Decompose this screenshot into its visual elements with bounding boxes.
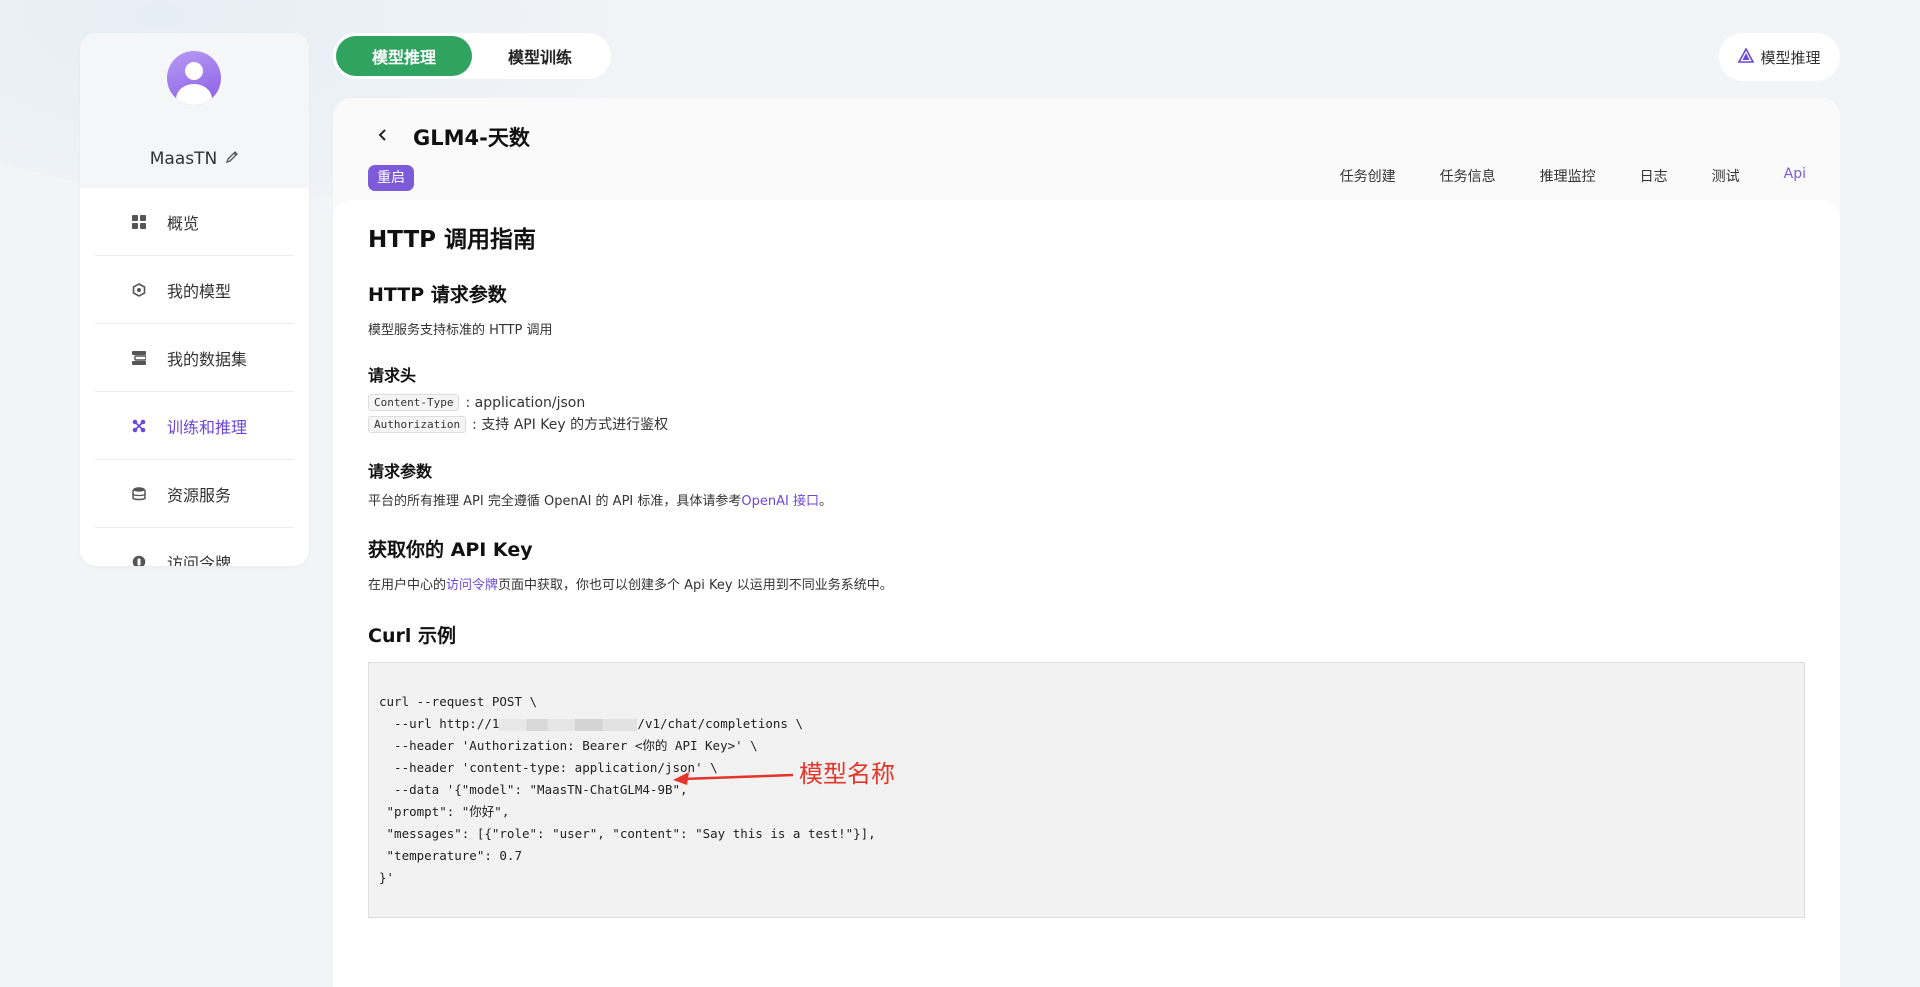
back-icon[interactable] xyxy=(373,123,393,147)
tab-model-inference[interactable]: 模型推理 xyxy=(336,36,472,76)
access-token-link[interactable]: 访问令牌 xyxy=(446,578,498,593)
code-line: --data '{"model": "MaasTN-ChatGLM4-9B", xyxy=(379,782,688,797)
header-key: Authorization xyxy=(368,415,467,433)
tab-inference-monitor[interactable]: 推理监控 xyxy=(1540,166,1596,186)
tab-task-info[interactable]: 任务信息 xyxy=(1440,166,1496,186)
code-line: /v1/chat/completions \ xyxy=(637,716,803,731)
mode-switcher: 模型推理 模型训练 xyxy=(333,33,611,79)
tab-test[interactable]: 测试 xyxy=(1712,166,1740,186)
hexagon-icon xyxy=(131,282,147,298)
curl-heading: Curl 示例 xyxy=(368,625,456,647)
tab-task-create[interactable]: 任务创建 xyxy=(1340,166,1396,186)
http-params-heading: HTTP 请求参数 xyxy=(368,284,507,306)
header-row-content-type: Content-Type : application/json xyxy=(368,394,1805,411)
page-header: GLM4-天数 重启 任务创建 任务信息 推理监控 日志 测试 Api xyxy=(333,98,1840,200)
tab-api[interactable]: Api xyxy=(1784,166,1806,186)
guide-title: HTTP 调用指南 xyxy=(368,227,537,253)
api-key-desc: 在用户中心的访问令牌页面中获取，你也可以创建多个 Api Key 以运用到不同业… xyxy=(368,578,893,593)
main-panel: GLM4-天数 重启 任务创建 任务信息 推理监控 日志 测试 Api HTTP… xyxy=(333,98,1840,987)
profile-card: MaasTN xyxy=(80,33,309,188)
header-value: : application/json xyxy=(465,394,586,411)
dataset-icon xyxy=(131,350,147,366)
code-line: }' xyxy=(379,870,395,885)
model-inference-button-label: 模型推理 xyxy=(1760,48,1821,67)
sidebar-nav: 概览 我的模型 我的数据集 训练和推理 资源服务 访问令牌 xyxy=(80,188,309,566)
redacted-host xyxy=(499,718,638,731)
sidebar-item-train-infer[interactable]: 训练和推理 xyxy=(95,392,294,460)
sidebar-item-my-datasets[interactable]: 我的数据集 xyxy=(95,324,294,392)
curl-code-block[interactable]: curl --request POST \ --url http://1/v1/… xyxy=(368,662,1805,918)
avatar[interactable] xyxy=(167,51,221,105)
sidebar-item-resources[interactable]: 资源服务 xyxy=(95,460,294,528)
request-params-heading: 请求参数 xyxy=(368,462,433,481)
code-line: --url http://1 xyxy=(379,716,500,731)
code-line: "messages": [{"role": "user", "content":… xyxy=(379,826,876,841)
database-icon xyxy=(131,486,147,502)
http-params-desc: 模型服务支持标准的 HTTP 调用 xyxy=(368,323,553,338)
code-line: --header 'Authorization: Bearer <你的 API … xyxy=(379,738,758,753)
sidebar-item-overview[interactable]: 概览 xyxy=(95,188,294,256)
code-line: --header 'content-type: application/json… xyxy=(379,760,718,775)
headers-heading: 请求头 xyxy=(368,366,417,385)
sidebar-item-access-token[interactable]: 访问令牌 xyxy=(95,528,294,566)
sidebar-item-label: 资源服务 xyxy=(167,485,232,505)
code-line: "temperature": 0.7 xyxy=(379,848,522,863)
detail-tabs: 任务创建 任务信息 推理监控 日志 测试 Api xyxy=(1340,166,1806,186)
model-inference-button[interactable]: 模型推理 xyxy=(1719,33,1840,81)
sidebar-item-label: 访问令牌 xyxy=(167,553,232,567)
annotation-arrow-icon xyxy=(673,772,793,785)
code-line: curl --request POST \ xyxy=(379,694,538,709)
sidebar-item-label: 概览 xyxy=(167,213,200,233)
tab-model-training[interactable]: 模型训练 xyxy=(472,36,608,76)
api-key-heading: 获取你的 API Key xyxy=(368,539,533,561)
train-icon xyxy=(131,418,147,434)
username-row: MaasTN xyxy=(80,149,309,169)
openai-api-link[interactable]: OpenAI 接口 xyxy=(741,494,819,509)
sidebar-item-label: 我的数据集 xyxy=(167,349,248,369)
tab-logs[interactable]: 日志 xyxy=(1640,166,1668,186)
sidebar-item-my-models[interactable]: 我的模型 xyxy=(95,256,294,324)
grid-icon xyxy=(131,214,147,230)
header-key: Content-Type xyxy=(368,394,460,411)
sidebar: MaasTN 概览 我的模型 我的数据集 训练和推理 资源服务 访问令牌 xyxy=(80,33,309,566)
token-icon xyxy=(131,554,147,566)
triangle-icon xyxy=(1738,46,1755,67)
sidebar-item-label: 我的模型 xyxy=(167,281,232,301)
page-title: GLM4-天数 xyxy=(413,126,530,150)
restart-button[interactable]: 重启 xyxy=(368,165,414,191)
api-guide-content: HTTP 调用指南 HTTP 请求参数 模型服务支持标准的 HTTP 调用 请求… xyxy=(333,200,1840,987)
code-line: "prompt": "你好", xyxy=(379,804,510,819)
edit-pencil-icon[interactable] xyxy=(225,149,239,169)
header-value: : 支持 API Key 的方式进行鉴权 xyxy=(472,417,669,433)
username: MaasTN xyxy=(149,149,218,169)
sidebar-item-label: 训练和推理 xyxy=(167,417,248,437)
header-row-authorization: Authorization : 支持 API Key 的方式进行鉴权 xyxy=(368,414,1805,434)
model-name-annotation: 模型名称 xyxy=(799,760,895,788)
request-params-desc: 平台的所有推理 API 完全遵循 OpenAI 的 API 标准，具体请参考Op… xyxy=(368,494,832,509)
